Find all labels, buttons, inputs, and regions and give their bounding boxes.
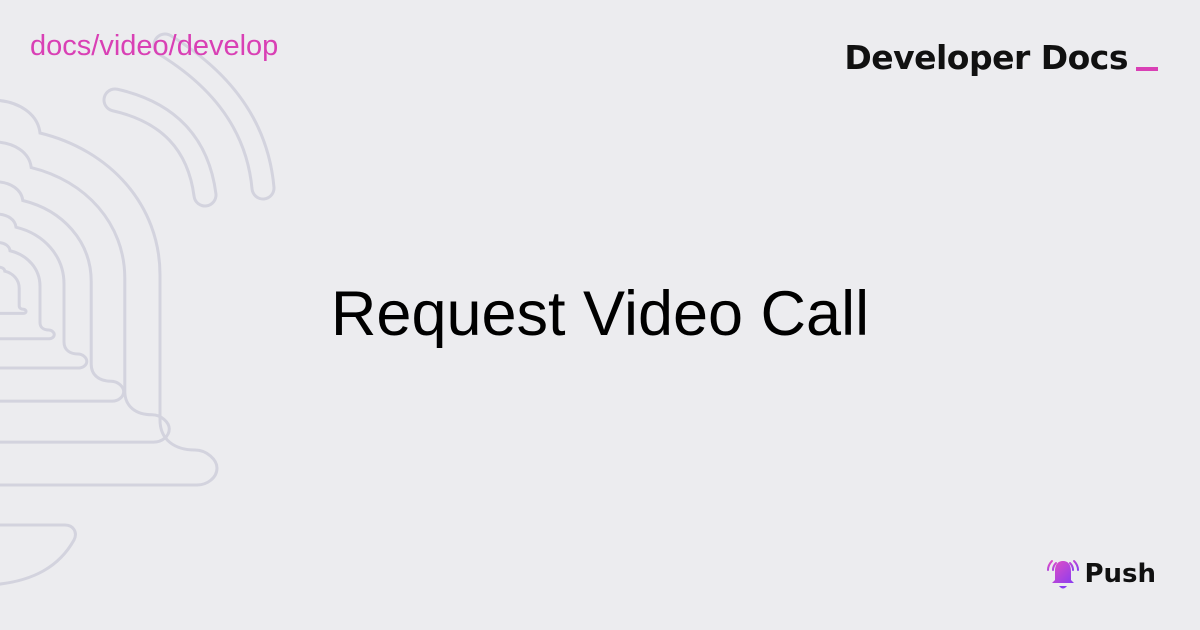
bell-icon [1047,560,1080,589]
breadcrumb[interactable]: docs/video/develop [30,30,278,63]
page-title: Request Video Call [330,279,870,349]
brand-label: Developer Docs [844,38,1128,77]
push-logo: Push [1046,556,1156,592]
clapper-outline [0,523,77,586]
cursor-icon [1136,67,1158,71]
brand-title: Developer Docs [844,38,1158,77]
logo-text: Push [1084,559,1156,589]
